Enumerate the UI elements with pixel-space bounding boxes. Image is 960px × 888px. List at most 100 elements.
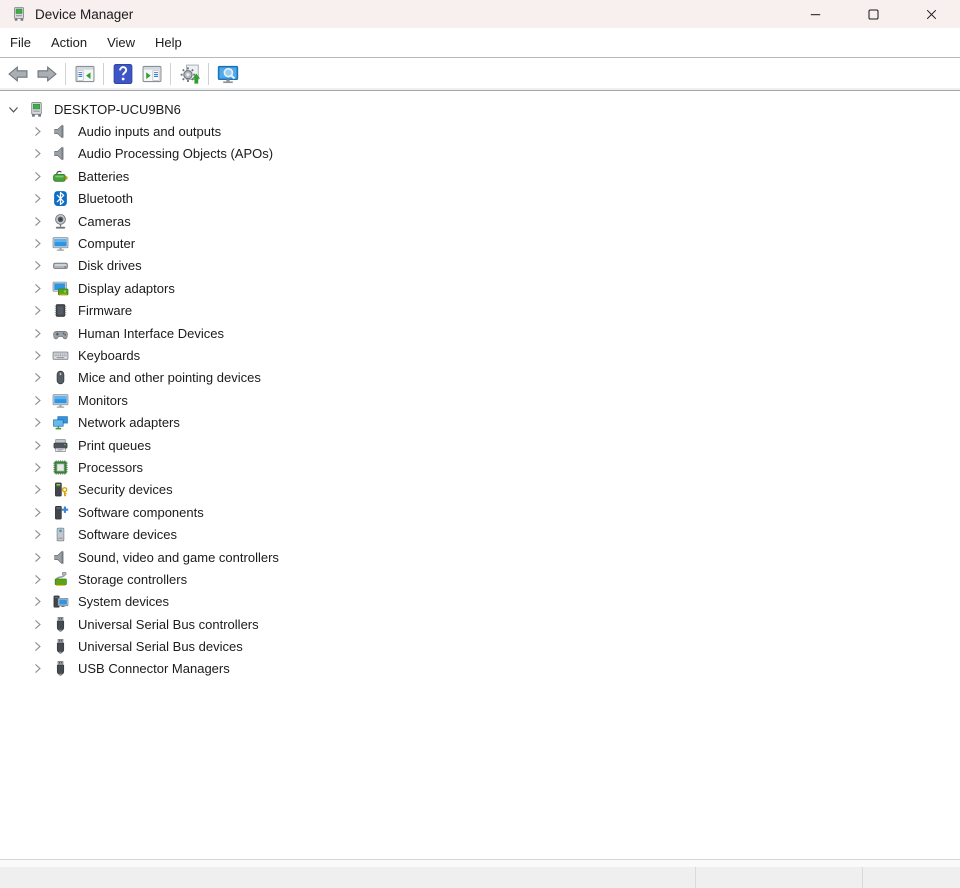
tree-item[interactable]: Batteries bbox=[0, 165, 960, 187]
status-separator bbox=[695, 867, 696, 888]
tree-item[interactable]: Universal Serial Bus devices bbox=[0, 635, 960, 657]
tree-item[interactable]: Audio Processing Objects (APOs) bbox=[0, 143, 960, 165]
chevron-right-icon[interactable] bbox=[31, 551, 44, 564]
show-action-pane-button[interactable] bbox=[137, 61, 166, 88]
tree-item[interactable]: Software devices bbox=[0, 523, 960, 545]
usb-plug-icon bbox=[52, 616, 69, 633]
scan-hardware-icon bbox=[179, 63, 201, 85]
chevron-right-icon[interactable] bbox=[31, 304, 44, 317]
tree-item[interactable]: Keyboards bbox=[0, 344, 960, 366]
chevron-right-icon[interactable] bbox=[31, 528, 44, 541]
tree-item[interactable]: Cameras bbox=[0, 210, 960, 232]
chevron-right-icon[interactable] bbox=[31, 416, 44, 429]
tree-item-label[interactable]: Cameras bbox=[78, 214, 131, 229]
tree-item[interactable]: Sound, video and game controllers bbox=[0, 546, 960, 568]
tree-item[interactable]: Computer bbox=[0, 232, 960, 254]
tree-item-label[interactable]: USB Connector Managers bbox=[78, 661, 230, 676]
tree-item-label[interactable]: Keyboards bbox=[78, 348, 140, 363]
tree-item[interactable]: Storage controllers bbox=[0, 568, 960, 590]
tree-item-label[interactable]: Audio Processing Objects (APOs) bbox=[78, 146, 273, 161]
chevron-right-icon[interactable] bbox=[31, 371, 44, 384]
device-view-button[interactable] bbox=[213, 61, 242, 88]
tree-item[interactable]: Print queues bbox=[0, 434, 960, 456]
gamepad-icon bbox=[52, 325, 69, 342]
chevron-right-icon[interactable] bbox=[31, 327, 44, 340]
chevron-right-icon[interactable] bbox=[31, 618, 44, 631]
tree-item[interactable]: USB Connector Managers bbox=[0, 658, 960, 680]
tree-item-label[interactable]: Audio inputs and outputs bbox=[78, 124, 221, 139]
chevron-right-icon[interactable] bbox=[31, 662, 44, 675]
chevron-right-icon[interactable] bbox=[31, 640, 44, 653]
tree-item[interactable]: Mice and other pointing devices bbox=[0, 367, 960, 389]
tree-item[interactable]: Display adaptors bbox=[0, 277, 960, 299]
tree-item-label[interactable]: Storage controllers bbox=[78, 572, 187, 587]
tree-item[interactable]: Firmware bbox=[0, 300, 960, 322]
title-bar: Device Manager bbox=[0, 0, 960, 28]
tree-item[interactable]: Audio inputs and outputs bbox=[0, 120, 960, 142]
back-button[interactable] bbox=[3, 61, 32, 88]
tree-root-computer[interactable]: DESKTOP-UCU9BN6 bbox=[0, 98, 960, 120]
scan-hardware-changes-button[interactable] bbox=[175, 61, 204, 88]
chevron-right-icon[interactable] bbox=[31, 170, 44, 183]
help-button[interactable] bbox=[108, 61, 137, 88]
chevron-right-icon[interactable] bbox=[31, 147, 44, 160]
tree-item-label[interactable]: Monitors bbox=[78, 393, 128, 408]
tree-item-label[interactable]: Display adaptors bbox=[78, 281, 175, 296]
tree-item[interactable]: Human Interface Devices bbox=[0, 322, 960, 344]
chevron-right-icon[interactable] bbox=[31, 483, 44, 496]
menu-view[interactable]: View bbox=[97, 28, 145, 57]
chevron-right-icon[interactable] bbox=[31, 349, 44, 362]
tree-item-label[interactable]: Sound, video and game controllers bbox=[78, 550, 279, 565]
tree-item-label[interactable]: Mice and other pointing devices bbox=[78, 370, 261, 385]
tree-item-label[interactable]: Security devices bbox=[78, 482, 173, 497]
tree-item[interactable]: Processors bbox=[0, 456, 960, 478]
chevron-right-icon[interactable] bbox=[31, 259, 44, 272]
chevron-right-icon[interactable] bbox=[31, 215, 44, 228]
tree-item-label[interactable]: System devices bbox=[78, 594, 169, 609]
chevron-right-icon[interactable] bbox=[31, 506, 44, 519]
usb-plug-icon bbox=[52, 660, 69, 677]
tree-item[interactable]: Monitors bbox=[0, 389, 960, 411]
chevron-right-icon[interactable] bbox=[31, 282, 44, 295]
menu-file[interactable]: File bbox=[0, 28, 41, 57]
close-button[interactable] bbox=[902, 0, 960, 28]
forward-button[interactable] bbox=[32, 61, 61, 88]
menu-help[interactable]: Help bbox=[145, 28, 192, 57]
chevron-down-icon[interactable] bbox=[7, 103, 20, 116]
tree-item[interactable]: Software components bbox=[0, 501, 960, 523]
tree-item-label[interactable]: Batteries bbox=[78, 169, 129, 184]
tree-item-label[interactable]: Network adapters bbox=[78, 415, 180, 430]
tree-item-label[interactable]: Firmware bbox=[78, 303, 132, 318]
tree-item[interactable]: Disk drives bbox=[0, 255, 960, 277]
chevron-right-icon[interactable] bbox=[31, 237, 44, 250]
minimize-button[interactable] bbox=[786, 0, 844, 28]
tree-item[interactable]: Universal Serial Bus controllers bbox=[0, 613, 960, 635]
tree-item-label[interactable]: Software devices bbox=[78, 527, 177, 542]
tree-item[interactable]: Network adapters bbox=[0, 411, 960, 433]
close-icon bbox=[924, 7, 939, 22]
tree-item[interactable]: System devices bbox=[0, 591, 960, 613]
tree-item-label[interactable]: Bluetooth bbox=[78, 191, 133, 206]
chevron-right-icon[interactable] bbox=[31, 461, 44, 474]
tree-item-label[interactable]: Universal Serial Bus controllers bbox=[78, 617, 259, 632]
chevron-right-icon[interactable] bbox=[31, 394, 44, 407]
maximize-button[interactable] bbox=[844, 0, 902, 28]
menu-action[interactable]: Action bbox=[41, 28, 97, 57]
tree-item[interactable]: Bluetooth bbox=[0, 188, 960, 210]
tree-item-label[interactable]: Human Interface Devices bbox=[78, 326, 224, 341]
keyboard-icon bbox=[52, 347, 69, 364]
chevron-right-icon[interactable] bbox=[31, 573, 44, 586]
chevron-right-icon[interactable] bbox=[31, 595, 44, 608]
tree-item-label[interactable]: Print queues bbox=[78, 438, 151, 453]
tree-item-label[interactable]: Computer bbox=[78, 236, 135, 251]
chevron-right-icon[interactable] bbox=[31, 192, 44, 205]
chevron-right-icon[interactable] bbox=[31, 439, 44, 452]
tree-item-label[interactable]: Processors bbox=[78, 460, 143, 475]
tree-root-label[interactable]: DESKTOP-UCU9BN6 bbox=[54, 102, 181, 117]
show-console-tree-button[interactable] bbox=[70, 61, 99, 88]
chevron-right-icon[interactable] bbox=[31, 125, 44, 138]
tree-item-label[interactable]: Universal Serial Bus devices bbox=[78, 639, 243, 654]
tree-item-label[interactable]: Disk drives bbox=[78, 258, 142, 273]
tree-item-label[interactable]: Software components bbox=[78, 505, 204, 520]
tree-item[interactable]: Security devices bbox=[0, 479, 960, 501]
